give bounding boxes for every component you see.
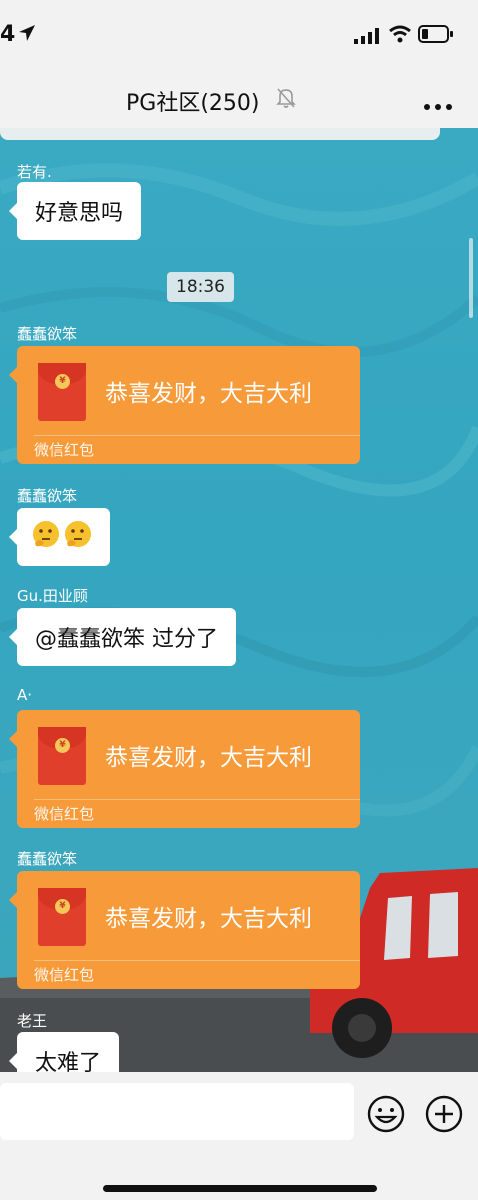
status-bar: 4 bbox=[0, 0, 478, 68]
message-text: 好意思吗 bbox=[35, 201, 124, 226]
previous-message-edge bbox=[0, 128, 440, 140]
divider bbox=[34, 435, 360, 436]
red-envelope-icon: ¥ bbox=[38, 727, 86, 785]
home-indicator[interactable] bbox=[103, 1185, 377, 1192]
red-envelope-icon: ¥ bbox=[38, 888, 86, 946]
mute-bell-icon bbox=[276, 87, 296, 113]
red-packet-message[interactable]: ¥ 恭喜发财，大吉大利 微信红包 bbox=[9, 346, 360, 464]
text-message-bubble[interactable]: 好意思吗 bbox=[8, 182, 142, 240]
coin-icon: ¥ bbox=[55, 374, 70, 389]
red-envelope-icon: ¥ bbox=[38, 363, 86, 421]
battery-icon bbox=[418, 25, 454, 47]
red-packet-message[interactable]: ¥ 恭喜发财，大吉大利 微信红包 bbox=[9, 871, 360, 989]
coin-icon: ¥ bbox=[55, 738, 70, 753]
divider bbox=[34, 799, 360, 800]
message-input-bar bbox=[0, 1072, 478, 1200]
sender-name: 蠢蠢欲笨 bbox=[17, 850, 78, 868]
message-input[interactable] bbox=[0, 1083, 354, 1140]
emoji-message-bubble[interactable] bbox=[9, 508, 110, 566]
red-packet-title: 恭喜发财，大吉大利 bbox=[105, 745, 312, 771]
plus-icon[interactable] bbox=[424, 1094, 464, 1138]
sender-name: 蠢蠢欲笨 bbox=[17, 487, 78, 505]
divider bbox=[34, 960, 360, 961]
wifi-icon bbox=[388, 25, 412, 47]
time-divider: 18:36 bbox=[167, 272, 234, 302]
sender-name: 若有. bbox=[17, 163, 52, 181]
red-packet-label: 微信红包 bbox=[34, 805, 95, 823]
message-text: @蠢蠢欲笨 过分了 bbox=[35, 627, 218, 652]
red-packet-label: 微信红包 bbox=[34, 966, 95, 984]
sender-name: 蠢蠢欲笨 bbox=[17, 325, 78, 343]
more-options-icon[interactable] bbox=[424, 95, 452, 114]
coin-icon: ¥ bbox=[55, 899, 70, 914]
status-time: 4 bbox=[0, 22, 16, 47]
red-packet-title: 恭喜发财，大吉大利 bbox=[105, 906, 312, 932]
text-message-bubble[interactable]: @蠢蠢欲笨 过分了 bbox=[9, 608, 236, 666]
message-text: 太难了 bbox=[35, 1051, 102, 1072]
sender-name: Gu.田业顾 bbox=[17, 587, 88, 605]
sender-name: A· bbox=[17, 686, 33, 704]
location-arrow-icon bbox=[18, 24, 36, 46]
thinking-face-icon bbox=[63, 519, 93, 555]
emoji-icon[interactable] bbox=[366, 1094, 406, 1138]
chat-title: PG社区(250) bbox=[126, 91, 260, 116]
scrollbar[interactable] bbox=[469, 238, 473, 318]
chat-header: PG社区(250) bbox=[0, 68, 478, 128]
red-packet-message[interactable]: ¥ 恭喜发财，大吉大利 微信红包 bbox=[9, 710, 360, 828]
red-packet-title: 恭喜发财，大吉大利 bbox=[105, 381, 312, 407]
cellular-signal-icon bbox=[354, 28, 380, 48]
red-packet-label: 微信红包 bbox=[34, 441, 95, 459]
thinking-face-icon bbox=[31, 519, 61, 555]
text-message-bubble[interactable]: 太难了 bbox=[8, 1032, 120, 1072]
sender-name: 老王 bbox=[17, 1012, 48, 1030]
chat-message-list[interactable]: 若有. 好意思吗 18:36 蠢蠢欲笨 ¥ 恭喜发财，大吉大利 微信红包 蠢蠢欲… bbox=[0, 128, 478, 1072]
